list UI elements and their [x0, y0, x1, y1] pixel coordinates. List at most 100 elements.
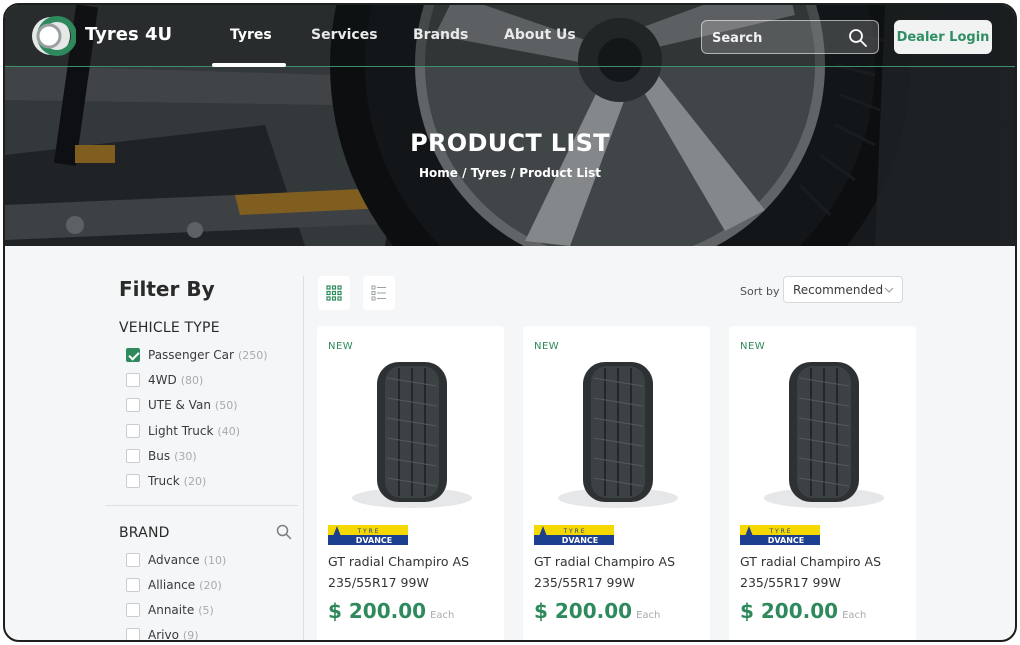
- option-label: Alliance: [148, 578, 196, 592]
- option-label: Advance: [148, 553, 200, 567]
- filter-title: Filter By: [119, 277, 215, 301]
- checkbox[interactable]: [126, 553, 140, 567]
- checkbox[interactable]: [126, 398, 140, 412]
- product-size: 235/55R17 99W: [328, 575, 429, 590]
- breadcrumb-tyres[interactable]: Tyres: [471, 166, 507, 180]
- product-card[interactable]: NEW T Y R E DVANCE GT radial Champiro AS…: [523, 326, 710, 640]
- advance-brand-logo: T Y R E DVANCE: [328, 525, 408, 545]
- search-box[interactable]: [701, 20, 879, 54]
- option-count: (5): [198, 603, 214, 617]
- search-input[interactable]: [712, 28, 842, 48]
- option-label: 4WD: [148, 373, 177, 387]
- checkbox[interactable]: [126, 578, 140, 592]
- list-view-button[interactable]: [363, 276, 395, 310]
- page-title: PRODUCT LIST: [410, 129, 610, 157]
- new-badge: NEW: [534, 341, 560, 352]
- filter-option-passenger-car[interactable]: Passenger Car (250): [126, 347, 268, 363]
- option-label: Passenger Car: [148, 348, 234, 362]
- breadcrumb-separator: /: [462, 166, 471, 180]
- svg-text:T Y R E: T Y R E: [562, 528, 584, 535]
- new-badge: NEW: [328, 341, 354, 352]
- filter-option-advance[interactable]: Advance (10): [126, 552, 226, 568]
- filter-option-bus[interactable]: Bus (30): [126, 448, 197, 464]
- svg-text:DVANCE: DVANCE: [356, 536, 393, 545]
- search-icon[interactable]: [848, 28, 868, 48]
- tyre-product-image[interactable]: [759, 358, 889, 512]
- list-icon: [371, 285, 386, 301]
- svg-text:DVANCE: DVANCE: [562, 536, 599, 545]
- nav-tyres[interactable]: Tyres: [230, 27, 272, 43]
- option-count: (30): [174, 449, 197, 463]
- checkbox[interactable]: [126, 628, 140, 640]
- option-count: (10): [203, 553, 227, 567]
- nav-active-indicator: [212, 63, 286, 67]
- browser-frame: Tyres 4U Tyres Services Brands About Us …: [3, 3, 1017, 642]
- product-name[interactable]: GT radial Champiro AS: [740, 554, 881, 569]
- checkbox-checked[interactable]: [126, 348, 140, 362]
- hero-banner: Tyres 4U Tyres Services Brands About Us …: [5, 5, 1015, 246]
- checkbox[interactable]: [126, 474, 140, 488]
- option-label: Truck: [148, 474, 180, 488]
- tyre-product-image[interactable]: [553, 358, 683, 512]
- option-count: (80): [180, 373, 204, 387]
- option-label: Bus: [148, 449, 171, 463]
- product-size: 235/55R17 99W: [740, 575, 841, 590]
- filter-option-arivo[interactable]: Arivo (9): [126, 627, 199, 642]
- brand-search-icon[interactable]: [276, 524, 292, 540]
- nav-services[interactable]: Services: [311, 27, 378, 43]
- checkbox[interactable]: [126, 603, 140, 617]
- advance-brand-logo: T Y R E DVANCE: [534, 525, 614, 545]
- tyre-product-image[interactable]: [347, 358, 477, 512]
- product-price: $ 200.00 Each: [534, 599, 661, 623]
- sidebar-vertical-divider: [303, 276, 304, 640]
- option-label: Annaite: [148, 603, 195, 617]
- brand-heading: BRAND: [119, 525, 170, 541]
- breadcrumb-home[interactable]: Home: [419, 166, 458, 180]
- option-count: (20): [199, 578, 222, 592]
- filter-option-ute-van[interactable]: UTE & Van (50): [126, 397, 238, 413]
- product-card[interactable]: NEW T Y R E DVANCE GT radial Champiro AS…: [317, 326, 504, 640]
- svg-text:T Y R E: T Y R E: [768, 528, 790, 535]
- advance-brand-logo: T Y R E DVANCE: [740, 525, 820, 545]
- product-card[interactable]: NEW T Y R E DVANCE GT radial Champiro AS…: [729, 326, 916, 640]
- vehicle-type-heading: VEHICLE TYPE: [119, 320, 220, 336]
- breadcrumb-product-list: Product List: [519, 166, 601, 180]
- chevron-down-icon: [884, 287, 894, 293]
- option-count: (9): [182, 628, 199, 642]
- option-label: Light Truck: [148, 424, 214, 438]
- breadcrumb-separator: /: [510, 166, 520, 180]
- product-name[interactable]: GT radial Champiro AS: [328, 554, 469, 569]
- filter-option-truck[interactable]: Truck (20): [126, 473, 206, 489]
- option-count: (20): [183, 474, 207, 488]
- product-name[interactable]: GT radial Champiro AS: [534, 554, 675, 569]
- dealer-login-button[interactable]: Dealer Login: [894, 20, 992, 54]
- top-navbar: Tyres 4U Tyres Services Brands About Us …: [5, 5, 1015, 67]
- new-badge: NEW: [740, 341, 766, 352]
- filter-option-alliance[interactable]: Alliance (20): [126, 577, 222, 593]
- checkbox[interactable]: [126, 424, 140, 438]
- product-size: 235/55R17 99W: [534, 575, 635, 590]
- grid-view-button[interactable]: [318, 276, 350, 310]
- brand-logo-icon[interactable]: [30, 15, 76, 57]
- sort-dropdown[interactable]: Recommended: [783, 276, 903, 303]
- nav-brands[interactable]: Brands: [413, 27, 468, 43]
- product-price: $ 200.00 Each: [328, 599, 455, 623]
- option-label: Arivo: [148, 628, 179, 642]
- grid-icon: [326, 285, 342, 301]
- filter-option-annaite[interactable]: Annaite (5): [126, 602, 214, 618]
- filter-option-4wd[interactable]: 4WD (80): [126, 372, 203, 388]
- sidebar-divider: [105, 505, 298, 506]
- option-count: (250): [237, 348, 268, 362]
- breadcrumb: Home / Tyres / Product List: [5, 166, 1015, 180]
- option-count: (50): [214, 398, 238, 412]
- svg-text:DVANCE: DVANCE: [768, 536, 805, 545]
- filter-option-light-truck[interactable]: Light Truck (40): [126, 423, 240, 439]
- svg-text:T Y R E: T Y R E: [356, 528, 378, 535]
- nav-about-us[interactable]: About Us: [504, 27, 576, 43]
- checkbox[interactable]: [126, 373, 140, 387]
- checkbox[interactable]: [126, 449, 140, 463]
- brand-name[interactable]: Tyres 4U: [85, 24, 172, 45]
- sort-label: Sort by :: [740, 285, 787, 298]
- sort-selected-value: Recommended: [793, 283, 884, 297]
- option-label: UTE & Van: [148, 398, 211, 412]
